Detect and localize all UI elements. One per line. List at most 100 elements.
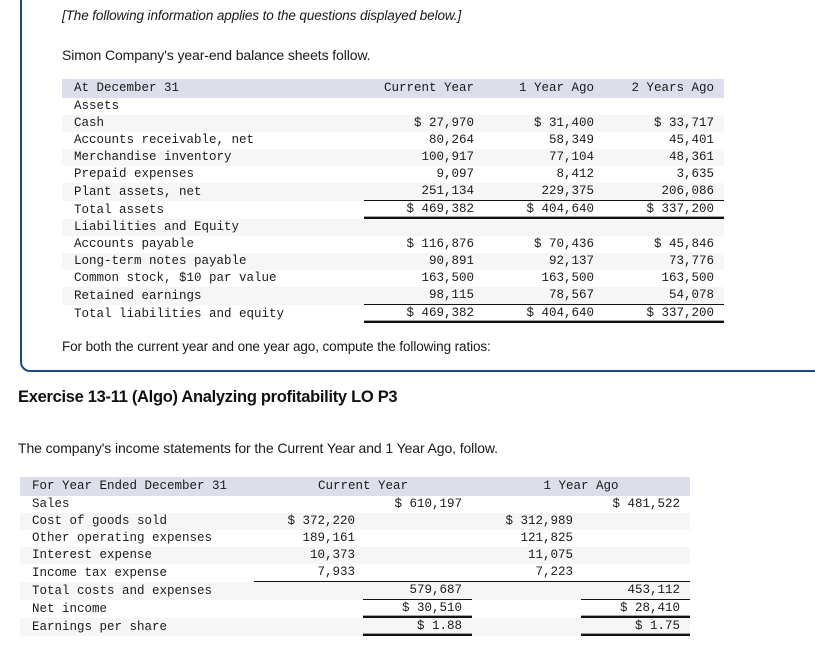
bs-header-label: At December 31 [62,79,364,98]
row-current-detail: $ 372,220 [254,513,363,530]
balance-sheet-lead-in: Simon Company's year-end balance sheets … [62,47,371,63]
row-label: Other operating expenses [20,530,254,547]
row-current-detail: 10,373 [254,547,363,564]
row-label: Total costs and expenses [20,581,254,600]
row-1-year-ago: 58,349 [484,132,604,149]
row-2-years-ago: 45,401 [604,132,724,149]
row-1yr-detail: 121,825 [472,530,581,547]
table-row: Long-term notes payable 90,891 92,137 73… [62,253,724,270]
row-label: Common stock, $10 par value [62,270,364,287]
row-current-year: 100,917 [364,149,484,166]
table-row: Cash $ 27,970 $ 31,400 $ 33,717 [62,115,724,132]
row-current-year: $ 469,382 [364,200,484,219]
row-2-years-ago: $ 33,717 [604,115,724,132]
row-2-years-ago: $ 45,846 [604,236,724,253]
row-label: Long-term notes payable [62,253,364,270]
table-row: Accounts payable $ 116,876 $ 70,436 $ 45… [62,236,724,253]
row-1yr-total: 453,112 [581,581,690,600]
row-label: Retained earnings [62,287,364,305]
net-income-row: Net income $ 30,510 $ 28,410 [20,599,690,618]
row-1yr-total: $ 28,410 [581,599,690,618]
row-2-years-ago: $ 337,200 [604,200,724,219]
row-1-year-ago: 92,137 [484,253,604,270]
row-current-year: $ 469,382 [364,304,484,323]
row-label: Total assets [62,200,364,219]
row-current-year: 251,134 [364,183,484,201]
row-current-total: $ 610,197 [363,496,472,513]
row-label: Net income [20,599,254,618]
bs-header-2-years-ago: 2 Years Ago [604,79,724,98]
is-header-label: For Year Ended December 31 [20,477,254,496]
row-label: Income tax expense [20,564,254,582]
row-current-total [363,530,472,547]
table-header-row: For Year Ended December 31 Current Year … [20,477,690,496]
row-current-year: 98,115 [364,287,484,305]
table-row: Accounts receivable, net 80,264 58,349 4… [62,132,724,149]
table-row: Retained earnings 98,115 78,567 54,078 [62,287,724,305]
row-1yr-detail: $ 312,989 [472,513,581,530]
table-header-row: At December 31 Current Year 1 Year Ago 2… [62,79,724,98]
income-statement-intro: The company's income statements for the … [18,440,498,456]
table-row: Other operating expenses 189,161 121,825 [20,530,690,547]
row-1-year-ago: 229,375 [484,183,604,201]
row-1yr-detail [472,496,581,513]
assets-section-heading-row: Assets [62,98,724,115]
table-row: Interest expense 10,373 11,075 [20,547,690,564]
row-label: Earnings per share [20,617,254,636]
row-1yr-total: $ 481,522 [581,496,690,513]
row-1yr-total [581,530,690,547]
row-1yr-detail: 7,223 [472,564,581,582]
row-current-year: $ 27,970 [364,115,484,132]
eps-row: Earnings per share $ 1.88 $ 1.75 [20,617,690,636]
table-row: Merchandise inventory 100,917 77,104 48,… [62,149,724,166]
row-current-year: $ 116,876 [364,236,484,253]
row-current-total: $ 30,510 [363,599,472,618]
bs-header-current-year: Current Year [364,79,484,98]
row-current-detail: 189,161 [254,530,363,547]
row-2-years-ago: 3,635 [604,166,724,183]
row-current-total [363,513,472,530]
row-1-year-ago: 77,104 [484,149,604,166]
applies-note: [The following information applies to th… [62,8,462,23]
exercise-title: Exercise 13-11 (Algo) Analyzing profitab… [18,388,398,406]
row-1-year-ago: $ 404,640 [484,200,604,219]
row-1yr-total [581,564,690,582]
table-row: Prepaid expenses 9,097 8,412 3,635 [62,166,724,183]
row-label: Accounts payable [62,236,364,253]
row-1yr-total: $ 1.75 [581,617,690,636]
row-current-detail [254,496,363,513]
row-label: Interest expense [20,547,254,564]
income-statement-table: For Year Ended December 31 Current Year … [20,477,690,636]
is-header-current-year: Current Year [254,477,472,496]
row-label: Merchandise inventory [62,149,364,166]
row-current-total: $ 1.88 [363,617,472,636]
total-liabilities-equity-row: Total liabilities and equity $ 469,382 $… [62,304,724,323]
compute-ratios-instruction: For both the current year and one year a… [62,339,491,354]
table-row: Common stock, $10 par value 163,500 163,… [62,270,724,287]
row-current-detail: 7,933 [254,564,363,582]
table-row: Income tax expense 7,933 7,223 [20,564,690,582]
row-2-years-ago: 48,361 [604,149,724,166]
row-1-year-ago: 8,412 [484,166,604,183]
row-2-years-ago: 163,500 [604,270,724,287]
question-card: [The following information applies to th… [20,0,815,372]
row-1-year-ago: $ 31,400 [484,115,604,132]
row-label: Total liabilities and equity [62,304,364,323]
bs-header-1-year-ago: 1 Year Ago [484,79,604,98]
row-current-year: 163,500 [364,270,484,287]
table-row: Sales $ 610,197 $ 481,522 [20,496,690,513]
assets-heading: Assets [62,98,364,115]
liabilities-section-heading-row: Liabilities and Equity [62,218,724,236]
row-1yr-total [581,513,690,530]
row-label: Cash [62,115,364,132]
row-label: Sales [20,496,254,513]
table-row: Plant assets, net 251,134 229,375 206,08… [62,183,724,201]
row-current-total: 579,687 [363,581,472,600]
row-2-years-ago: $ 337,200 [604,304,724,323]
income-statement-wrapper: For Year Ended December 31 Current Year … [20,477,690,636]
question-card-content: [The following information applies to th… [22,0,815,354]
row-2-years-ago: 54,078 [604,287,724,305]
row-current-year: 80,264 [364,132,484,149]
row-label: Plant assets, net [62,183,364,201]
row-current-year: 9,097 [364,166,484,183]
